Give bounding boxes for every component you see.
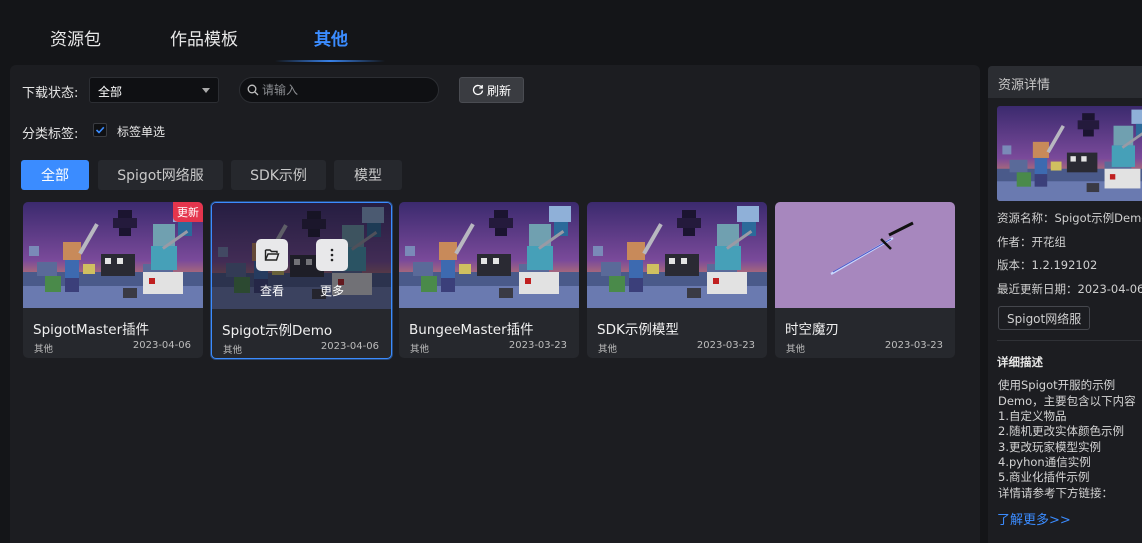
detail-header: 资源详情 [988,66,1142,98]
download-status-label: 下载状态: [22,86,79,101]
description-line: 2.随机更改实体颜色示例 [998,424,1124,438]
card-thumbnail [399,202,579,308]
description-title: 详细描述 [997,355,1043,369]
resource-card[interactable]: BungeeMaster插件 其他 2023-03-23 [399,202,579,358]
refresh-button[interactable]: 刷新 [459,77,524,103]
search-box[interactable] [239,77,439,103]
learn-more-link[interactable]: 了解更多>> [997,509,1071,528]
card-category: 其他 [223,345,243,356]
tab-resource-pack[interactable]: 资源包 [50,25,101,50]
refresh-icon [472,84,484,96]
card-category: 其他 [786,344,806,355]
card-title: BungeeMaster插件 [409,322,534,338]
card-category: 其他 [410,344,430,355]
resource-card[interactable]: SDK示例模型 其他 2023-03-23 [587,202,767,358]
resource-detail-panel: 资源详情 资源名称：Spigot示例Demo 作者：开花组 版本：1.2.192… [988,66,1142,543]
filter-chip-sdk[interactable]: SDK示例 [231,160,326,190]
filter-chip-spigot[interactable]: Spigot网络服 [98,160,223,190]
category-tag-label: 分类标签: [22,127,79,142]
resource-card-selected[interactable]: 查看 更多 Spigot示例Demo 其他 2023-04-06 [211,202,392,359]
description-line: 1.自定义物品 [998,409,1067,423]
card-date: 2023-03-23 [884,340,943,351]
single-select-label: 标签单选 [117,125,166,139]
sword-thumbnail [775,202,955,308]
description-line: 使用Spigot开服的示例 [998,378,1116,392]
more-label: 更多 [320,284,345,298]
single-select-checkbox[interactable] [93,123,107,137]
card-date: 2023-04-06 [132,340,191,351]
folder-open-icon [264,249,280,261]
resource-card[interactable]: 时空魔刃 其他 2023-03-23 [775,202,955,358]
check-icon [95,126,105,134]
card-title: 时空魔刃 [785,322,839,338]
card-date: 2023-03-23 [696,340,755,351]
card-date: 2023-04-06 [320,341,379,352]
filter-chip-all[interactable]: 全部 [21,160,89,190]
card-category: 其他 [598,344,618,355]
card-thumbnail [587,202,767,308]
refresh-label: 刷新 [486,83,511,98]
view-button[interactable] [256,239,288,271]
detail-author: 作者：开花组 [997,235,1066,249]
active-tab-indicator [275,60,385,62]
resource-card[interactable]: 更新 SpigotMaster插件 其他 2023-04-06 [23,202,203,358]
detail-updated: 最近更新日期：2023-04-06 [997,282,1142,296]
chevron-down-icon [202,88,210,93]
card-title: SDK示例模型 [597,322,679,338]
tab-other[interactable]: 其他 [314,25,348,50]
description-line: Demo，主要包含以下内容 [998,394,1136,408]
update-badge: 更新 [173,202,203,222]
more-button[interactable] [316,239,348,271]
description-line: 3.更改玩家模型实例 [998,440,1101,454]
description-line: 5.商业化插件示例 [998,470,1090,484]
card-category: 其他 [34,344,54,355]
card-date: 2023-03-23 [508,340,567,351]
detail-name: 资源名称：Spigot示例Demo [997,211,1142,225]
card-title: Spigot示例Demo [222,323,333,339]
search-input[interactable] [262,82,432,98]
card-hover-overlay: 查看 更多 [212,203,391,309]
top-tab-bar: 资源包 作品模板 其他 [0,0,1142,64]
download-status-value: 全部 [98,85,123,99]
download-status-select[interactable]: 全部 [89,77,219,103]
more-vertical-icon [330,248,334,262]
detail-tag: Spigot网络服 [998,306,1091,330]
description-line: 详情请参考下方链接： [998,486,1113,500]
filter-chip-model[interactable]: 模型 [334,160,402,190]
detail-version: 版本：1.2.192102 [997,258,1098,272]
divider [997,340,1142,341]
view-label: 查看 [260,284,285,298]
card-title: SpigotMaster插件 [33,322,150,338]
detail-thumbnail [997,106,1142,201]
search-icon [247,84,259,96]
tab-work-template[interactable]: 作品模板 [170,25,238,50]
description-line: 4.pyhon通信实例 [998,455,1091,469]
